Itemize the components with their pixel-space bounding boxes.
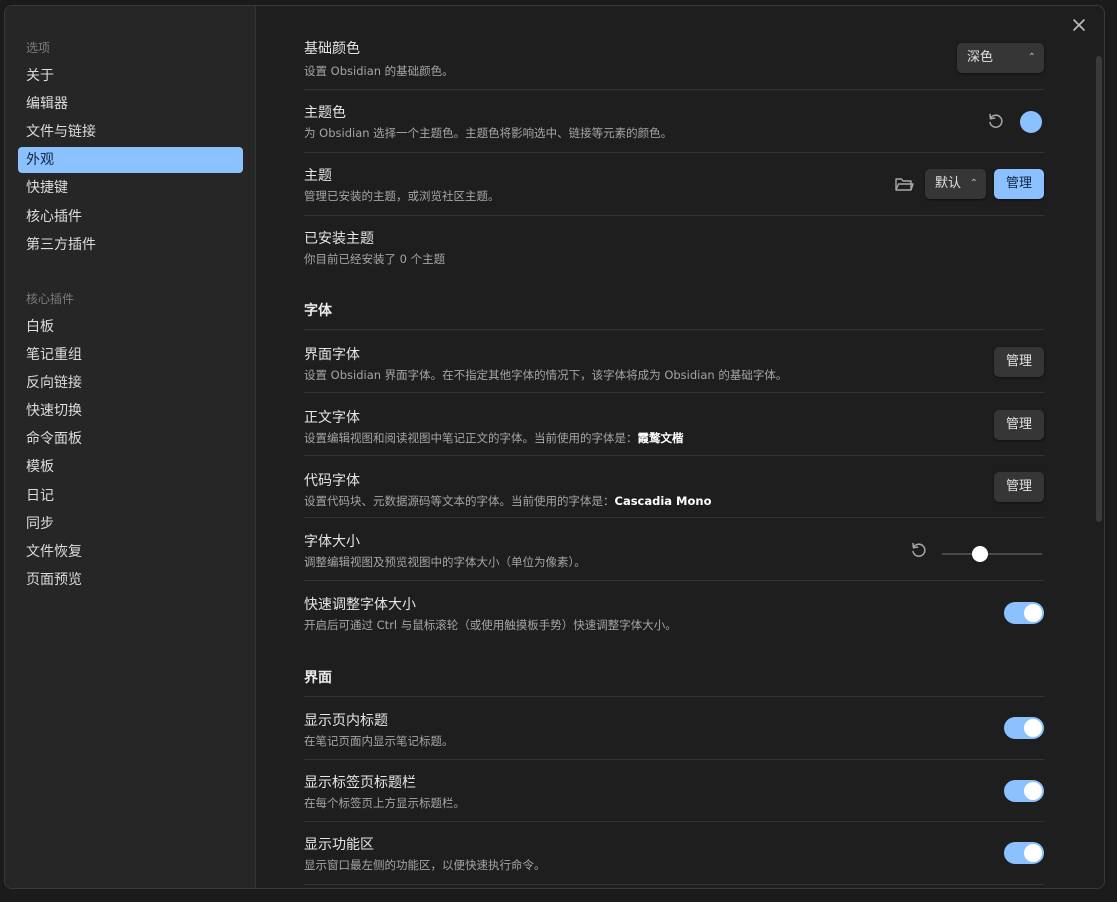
theme-dropdown[interactable]: 默认 ⌃: [925, 169, 986, 199]
setting-title: 字体大小: [304, 534, 360, 550]
show-inline-title-toggle[interactable]: [1004, 717, 1044, 739]
reset-icon[interactable]: [908, 539, 930, 561]
reset-icon[interactable]: [985, 110, 1007, 132]
setting-show-tab-title-bar: 显示标签页标题栏 在每个标签页上方显示标题栏。: [304, 760, 1044, 822]
manage-themes-button[interactable]: 管理: [994, 169, 1044, 199]
setting-desc: 显示窗口最左侧的功能区，以便快速执行命令。: [304, 858, 546, 872]
setting-title: 代码字体: [304, 473, 360, 489]
setting-title: 显示功能区: [304, 837, 374, 853]
setting-desc: 开启后可通过 Ctrl 与鼠标滚轮（或使用触摸板手势）快速调整字体大小。: [304, 618, 677, 632]
sidebar-item-note-composer[interactable]: 笔记重组: [18, 342, 243, 368]
sidebar-item-files-links[interactable]: 文件与链接: [18, 119, 243, 145]
dropdown-value: 深色: [967, 50, 994, 65]
sidebar-item-page-preview[interactable]: 页面预览: [18, 567, 243, 593]
setting-show-inline-title: 显示页内标题 在笔记页面内显示笔记标题。: [304, 697, 1044, 760]
content-scrollbar[interactable]: [1096, 56, 1102, 522]
sidebar-heading-options: 选项: [26, 41, 51, 55]
settings-content: 基础颜色 设置 Obsidian 的基础颜色。 深色 ⌃ 主题色 为 Obsid…: [304, 6, 1044, 888]
base-color-dropdown[interactable]: 深色 ⌃: [957, 43, 1044, 73]
setting-font-size: 字体大小 调整编辑视图及预览视图中的字体大小（单位为像素）。: [304, 518, 1044, 581]
sidebar-item-sync[interactable]: 同步: [18, 511, 243, 537]
setting-installed-themes: 已安装主题 你目前已经安装了 0 个主题: [304, 216, 1044, 278]
setting-theme: 主题 管理已安装的主题，或浏览社区主题。 默认 ⌃ 管理: [304, 153, 1044, 216]
sidebar-heading-core-plugins: 核心插件: [26, 292, 75, 306]
setting-title: 界面字体: [304, 347, 360, 363]
sidebar-item-templates[interactable]: 模板: [18, 454, 243, 480]
setting-title: 主题色: [304, 105, 346, 121]
setting-interface-font: 界面字体 设置 Obsidian 界面字体。在不指定其他字体的情况下，该字体将成…: [304, 330, 1044, 393]
folder-icon[interactable]: [893, 173, 915, 195]
setting-title: 主题: [304, 168, 332, 184]
sidebar-item-core-plugins[interactable]: 核心插件: [18, 204, 243, 230]
setting-desc: 调整编辑视图及预览视图中的字体大小（单位为像素）。: [304, 555, 586, 569]
sidebar-item-file-recovery[interactable]: 文件恢复: [18, 539, 243, 565]
setting-desc-text: 设置代码块、元数据源码等文本的字体。当前使用的字体是：: [304, 494, 615, 508]
setting-accent-color: 主题色 为 Obsidian 选择一个主题色。主题色将影响选中、链接等元素的颜色…: [304, 90, 1044, 153]
setting-desc: 在每个标签页上方显示标题栏。: [304, 796, 465, 810]
sidebar-item-backlinks[interactable]: 反向链接: [18, 370, 243, 396]
dropdown-value: 默认: [935, 176, 962, 191]
font-size-slider[interactable]: [942, 543, 1042, 565]
current-font-name: Cascadia Mono: [614, 494, 712, 508]
sidebar-item-canvas[interactable]: 白板: [18, 314, 243, 340]
sidebar-item-hotkeys[interactable]: 快捷键: [18, 175, 243, 201]
slider-track: [942, 553, 1042, 555]
section-heading-interface: 界面: [304, 667, 1044, 697]
setting-mono-font: 代码字体 设置代码块、元数据源码等文本的字体。当前使用的字体是：Cascadia…: [304, 456, 1044, 518]
slider-thumb[interactable]: [972, 546, 988, 562]
show-ribbon-toggle[interactable]: [1004, 842, 1044, 864]
toggle-knob: [1024, 782, 1042, 800]
setting-base-color: 基础颜色 设置 Obsidian 的基础颜色。 深色 ⌃: [304, 28, 1044, 90]
setting-desc: 管理已安装的主题，或浏览社区主题。: [304, 189, 500, 203]
setting-title: 已安装主题: [304, 231, 374, 247]
setting-desc-text: 设置编辑视图和阅读视图中笔记正文的字体。当前使用的字体是：: [304, 431, 638, 445]
setting-title: 显示标签页标题栏: [304, 775, 416, 791]
toggle-knob: [1024, 719, 1042, 737]
chevron-updown-icon: ⌃: [1027, 52, 1036, 63]
sidebar-item-command-palette[interactable]: 命令面板: [18, 426, 243, 452]
sidebar-item-community-plugins[interactable]: 第三方插件: [18, 232, 243, 258]
setting-title: 基础颜色: [304, 41, 360, 57]
manage-interface-font-button[interactable]: 管理: [994, 347, 1044, 377]
setting-desc: 设置 Obsidian 界面字体。在不指定其他字体的情况下，该字体将成为 Obs…: [304, 368, 788, 382]
sidebar-item-daily-notes[interactable]: 日记: [18, 483, 243, 509]
setting-desc: 设置代码块、元数据源码等文本的字体。当前使用的字体是：Cascadia Mono: [304, 493, 712, 509]
setting-text-font: 正文字体 设置编辑视图和阅读视图中笔记正文的字体。当前使用的字体是：霞鹜文楷 管…: [304, 393, 1044, 456]
setting-desc: 设置 Obsidian 的基础颜色。: [304, 64, 454, 78]
setting-title: 快速调整字体大小: [304, 597, 416, 613]
show-tab-title-bar-toggle[interactable]: [1004, 780, 1044, 802]
setting-desc: 你目前已经安装了 0 个主题: [304, 252, 446, 266]
manage-mono-font-button[interactable]: 管理: [994, 472, 1044, 502]
setting-desc: 在笔记页面内显示笔记标题。: [304, 734, 454, 748]
toggle-knob: [1024, 844, 1042, 862]
setting-desc: 设置编辑视图和阅读视图中笔记正文的字体。当前使用的字体是：霞鹜文楷: [304, 430, 684, 446]
setting-desc: 为 Obsidian 选择一个主题色。主题色将影响选中、链接等元素的颜色。: [304, 126, 673, 140]
setting-quick-font-size: 快速调整字体大小 开启后可通过 Ctrl 与鼠标滚轮（或使用触摸板手势）快速调整…: [304, 581, 1044, 643]
accent-color-swatch[interactable]: [1020, 111, 1042, 133]
quick-font-size-toggle[interactable]: [1004, 602, 1044, 624]
setting-title: 正文字体: [304, 410, 360, 426]
current-font-name: 霞鹜文楷: [637, 431, 684, 445]
setting-title: 显示页内标题: [304, 713, 388, 729]
section-heading-font: 字体: [304, 300, 1044, 330]
setting-show-ribbon: 显示功能区 显示窗口最左侧的功能区，以便快速执行命令。: [304, 822, 1044, 885]
manage-text-font-button[interactable]: 管理: [994, 410, 1044, 440]
toggle-knob: [1024, 604, 1042, 622]
close-icon[interactable]: [1069, 15, 1089, 35]
settings-modal: 选项 关于 编辑器 文件与链接 外观 快捷键 核心插件 第三方插件 核心插件 白…: [4, 5, 1105, 889]
sidebar-item-editor[interactable]: 编辑器: [18, 91, 243, 117]
chevron-updown-icon: ⌃: [969, 178, 978, 189]
sidebar-item-about[interactable]: 关于: [18, 63, 243, 89]
settings-sidebar: 选项 关于 编辑器 文件与链接 外观 快捷键 核心插件 第三方插件 核心插件 白…: [5, 6, 256, 888]
sidebar-item-quick-switcher[interactable]: 快速切换: [18, 398, 243, 424]
sidebar-item-appearance[interactable]: 外观: [18, 147, 243, 173]
